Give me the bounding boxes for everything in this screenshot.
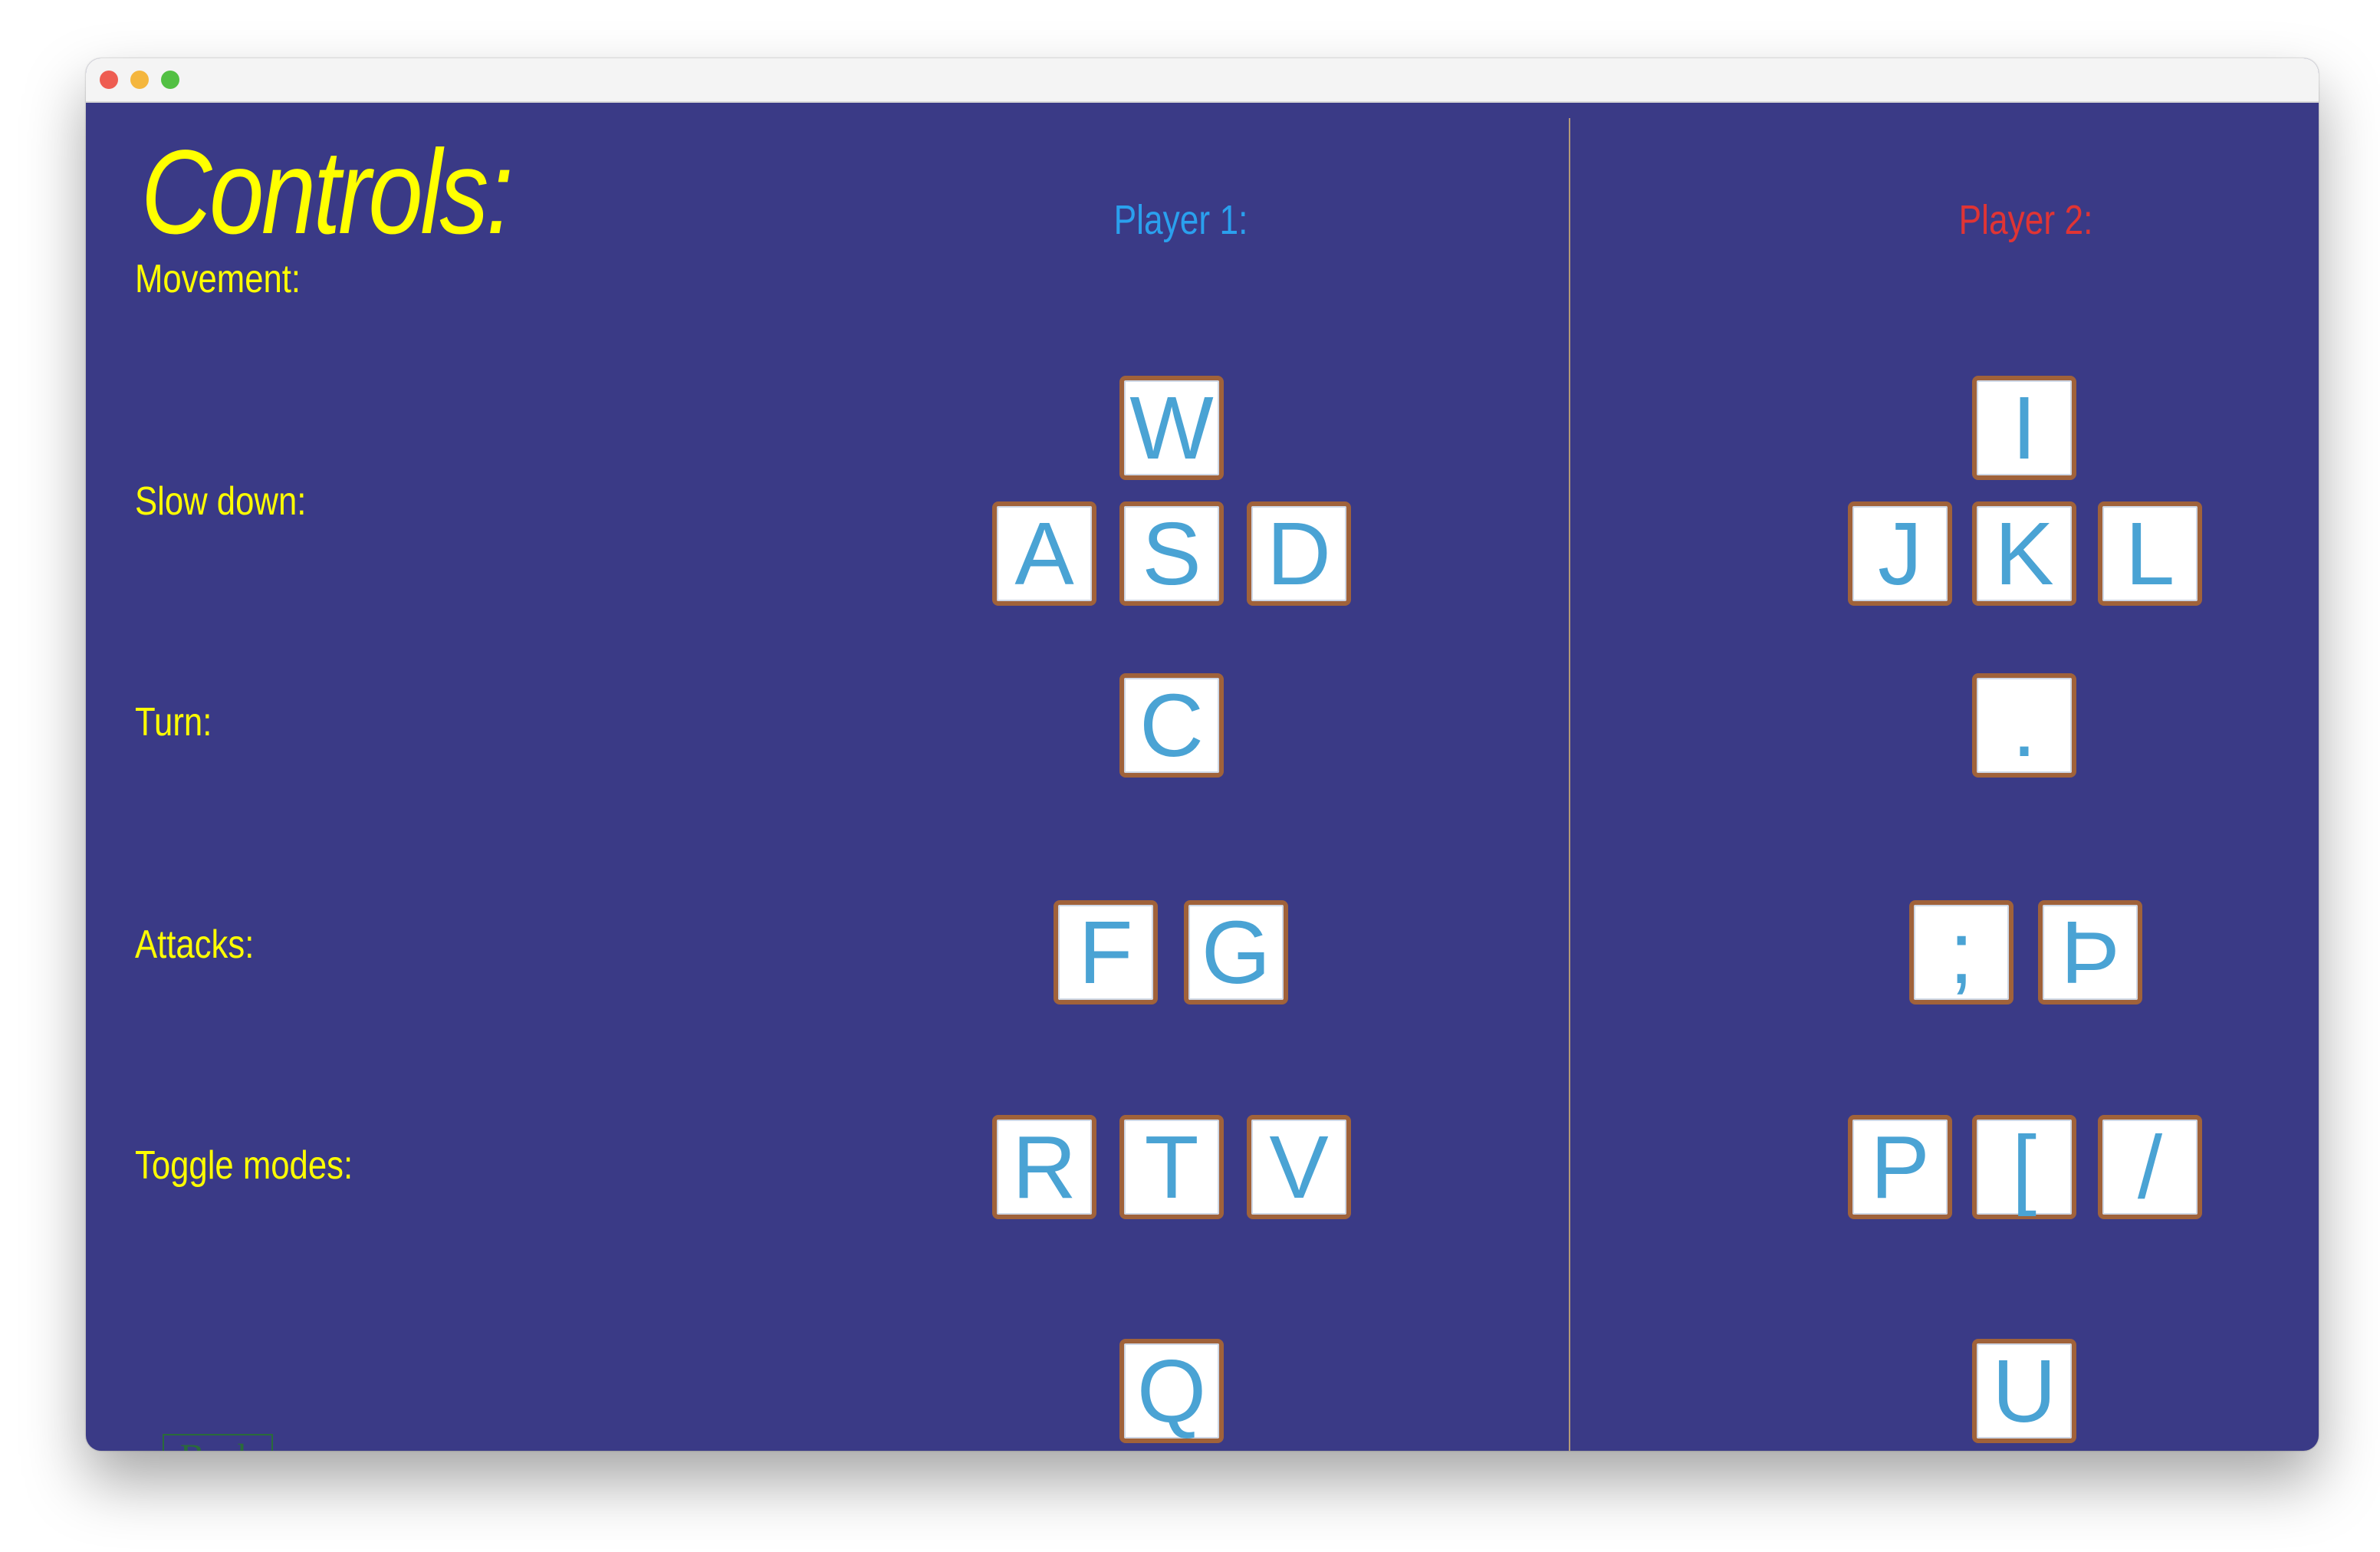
p2-key-attack-1[interactable]: P [1848, 1115, 1952, 1219]
p1-key-turn-right[interactable]: G [1184, 900, 1288, 1005]
maximize-window-button[interactable] [161, 71, 179, 89]
movement-label: Movement: [135, 257, 301, 301]
p2-key-attack-2[interactable]: [ [1972, 1115, 2076, 1219]
p1-key-turn-left[interactable]: F [1054, 900, 1158, 1005]
page-title: Controls: [141, 126, 514, 259]
p2-key-toggle[interactable]: U [1972, 1339, 2076, 1443]
p1-key-left[interactable]: A [992, 501, 1096, 606]
p1-key-up[interactable]: W [1119, 376, 1224, 480]
p1-key-down[interactable]: S [1119, 501, 1224, 606]
p2-key-slow[interactable]: . [1972, 673, 2076, 778]
player-divider [1569, 118, 1570, 1451]
app-window: Controls: Player 1: Player 2: Movement: … [86, 58, 2319, 1451]
p2-key-right[interactable]: L [2098, 501, 2202, 606]
slow-down-label: Slow down: [135, 479, 307, 524]
window-titlebar [86, 58, 2319, 103]
attacks-label: Attacks: [135, 922, 255, 967]
player-1-heading: Player 1: [1113, 197, 1248, 243]
p1-key-attack-3[interactable]: V [1247, 1115, 1351, 1219]
p1-key-slow[interactable]: C [1119, 673, 1224, 778]
turn-label: Turn: [135, 700, 212, 745]
p2-key-turn-left[interactable]: ; [1909, 900, 2013, 1005]
close-window-button[interactable] [100, 71, 118, 89]
p2-key-left[interactable]: J [1848, 501, 1952, 606]
minimize-window-button[interactable] [130, 71, 149, 89]
p2-key-turn-right[interactable]: Þ [2038, 900, 2142, 1005]
p1-key-attack-1[interactable]: R [992, 1115, 1096, 1219]
p1-key-attack-2[interactable]: T [1119, 1115, 1224, 1219]
p2-key-attack-3[interactable]: / [2098, 1115, 2202, 1219]
controls-screen: Controls: Player 1: Player 2: Movement: … [86, 103, 2319, 1451]
back-button[interactable]: Back [163, 1434, 273, 1451]
p2-key-up[interactable]: I [1972, 376, 2076, 480]
p2-key-down[interactable]: K [1972, 501, 2076, 606]
p1-key-right[interactable]: D [1247, 501, 1351, 606]
player-2-heading: Player 2: [1958, 197, 2093, 243]
p1-key-toggle[interactable]: Q [1119, 1339, 1224, 1443]
toggle-modes-label: Toggle modes: [135, 1143, 353, 1188]
